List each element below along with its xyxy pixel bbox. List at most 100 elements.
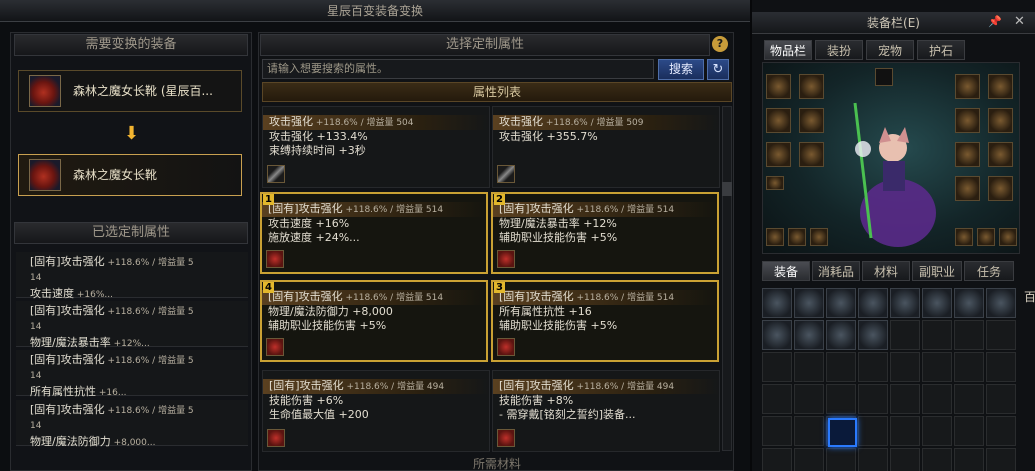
attr-card[interactable]: 攻击强化 +118.6% / 增益量 509 攻击强化 +355.7% (492, 106, 720, 188)
inventory-slot[interactable] (762, 320, 792, 350)
search-input[interactable]: 请输入想要搜索的属性。 (262, 59, 654, 79)
inventory-slot[interactable] (826, 352, 856, 382)
inventory-slot[interactable] (858, 448, 888, 471)
tab-inventory[interactable]: 物品栏 (764, 40, 812, 60)
selected-attr-row[interactable]: [固有]攻击强化 +118.6% / 增益量 5 14 物理/魔法防御力 +8,… (16, 400, 248, 448)
tab-pet[interactable]: 宠物 (866, 40, 914, 60)
inventory-slot[interactable] (858, 416, 888, 446)
equip-slot[interactable] (988, 142, 1013, 167)
inventory-slot[interactable] (826, 320, 856, 350)
selected-attr-row[interactable]: [固有]攻击强化 +118.6% / 增益量 5 14 攻击速度 +16%... (16, 252, 248, 300)
inventory-slot[interactable] (762, 352, 792, 382)
source-item-card[interactable]: 森林之魔女长靴 (星辰百... (18, 70, 242, 112)
title-slot[interactable] (875, 68, 893, 86)
inventory-slot[interactable] (794, 288, 824, 318)
inventory-slot[interactable] (762, 416, 792, 446)
inventory-slot[interactable] (986, 352, 1016, 382)
inventory-slot[interactable] (794, 320, 824, 350)
tab-equipment[interactable]: 装备 (762, 261, 810, 281)
buff-icon[interactable] (955, 228, 973, 246)
equip-slot[interactable] (799, 142, 824, 167)
attr-card-selected[interactable]: 2 [固有]攻击强化 +118.6% / 增益量 514 物理/魔法暴击率 +1… (491, 192, 719, 274)
refresh-icon[interactable]: ↻ (707, 59, 729, 80)
inventory-slot[interactable] (762, 448, 792, 471)
attr-card[interactable]: [固有]攻击强化 +118.6% / 增益量 494 技能伤害 +6% 生命值最… (262, 370, 490, 452)
attr-list-scrollbar[interactable] (722, 106, 732, 451)
inventory-slot[interactable] (890, 384, 920, 414)
close-icon[interactable]: ✕ (1014, 14, 1025, 29)
inventory-slot[interactable] (922, 320, 952, 350)
equip-slot[interactable] (988, 176, 1013, 201)
inventory-slot[interactable] (858, 352, 888, 382)
inventory-slot[interactable] (954, 384, 984, 414)
inventory-slot[interactable] (826, 288, 856, 318)
buff-icon[interactable] (766, 228, 784, 246)
inventory-slot[interactable] (986, 448, 1016, 471)
tab-consumables[interactable]: 消耗品 (812, 261, 860, 281)
buff-icon[interactable] (977, 228, 995, 246)
inventory-slot[interactable] (954, 448, 984, 471)
equip-slot[interactable] (766, 142, 791, 167)
tab-materials[interactable]: 材料 (862, 261, 910, 281)
inventory-slot[interactable] (794, 384, 824, 414)
inventory-slot[interactable] (954, 320, 984, 350)
equip-slot[interactable] (988, 108, 1013, 133)
selected-attr-row[interactable]: [固有]攻击强化 +118.6% / 增益量 5 14 所有属性抗性 +16..… (16, 350, 248, 398)
inventory-slot[interactable] (954, 352, 984, 382)
inventory-slot[interactable] (858, 384, 888, 414)
equip-slot[interactable] (955, 74, 980, 99)
inventory-slot-selected[interactable] (828, 418, 857, 447)
inventory-slot[interactable] (890, 448, 920, 471)
attr-card[interactable]: [固有]攻击强化 +118.6% / 增益量 494 技能伤害 +8% - 需穿… (492, 370, 720, 452)
inventory-slot[interactable] (986, 416, 1016, 446)
equip-slot[interactable] (955, 176, 980, 201)
inventory-slot[interactable] (986, 288, 1016, 318)
tab-avatar[interactable]: 装扮 (815, 40, 863, 60)
inventory-slot[interactable] (986, 384, 1016, 414)
search-button[interactable]: 搜索 (658, 59, 704, 80)
inventory-slot[interactable] (890, 352, 920, 382)
inventory-slot[interactable] (890, 288, 920, 318)
inventory-slot[interactable] (922, 352, 952, 382)
inventory-slot[interactable] (954, 416, 984, 446)
attr-card-selected[interactable]: 1 [固有]攻击强化 +118.6% / 增益量 514 攻击速度 +16% 施… (260, 192, 488, 274)
inventory-slot[interactable] (826, 384, 856, 414)
equip-slot[interactable] (988, 74, 1013, 99)
buff-icon[interactable] (999, 228, 1017, 246)
inventory-slot[interactable] (890, 416, 920, 446)
inventory-slot[interactable] (922, 384, 952, 414)
inventory-slot[interactable] (922, 288, 952, 318)
inventory-slot[interactable] (922, 448, 952, 471)
equip-slot[interactable] (955, 142, 980, 167)
scrollbar-thumb[interactable] (722, 182, 732, 196)
equip-slot[interactable] (766, 74, 791, 99)
inventory-slot[interactable] (986, 320, 1016, 350)
equip-slot[interactable] (766, 108, 791, 133)
equip-slot[interactable] (955, 108, 980, 133)
heart-icon[interactable] (766, 176, 784, 190)
inventory-slot[interactable] (826, 448, 856, 471)
attr-card-selected[interactable]: 4 [固有]攻击强化 +118.6% / 增益量 514 物理/魔法防御力 +8… (260, 280, 488, 362)
buff-icon[interactable] (788, 228, 806, 246)
tab-quest[interactable]: 任务 (964, 261, 1014, 281)
inventory-slot[interactable] (762, 288, 792, 318)
target-item-card[interactable]: 森林之魔女长靴 (18, 154, 242, 196)
selected-attr-row[interactable]: [固有]攻击强化 +118.6% / 增益量 5 14 物理/魔法暴击率 +12… (16, 301, 248, 349)
inventory-slot[interactable] (954, 288, 984, 318)
help-icon[interactable]: ? (712, 36, 728, 52)
attr-card-selected[interactable]: 3 [固有]攻击强化 +118.6% / 增益量 514 所有属性抗性 +16 … (491, 280, 719, 362)
inventory-slot[interactable] (794, 448, 824, 471)
equip-slot[interactable] (799, 108, 824, 133)
tab-subjob[interactable]: 副职业 (912, 261, 962, 281)
buff-icon[interactable] (810, 228, 828, 246)
pin-icon[interactable]: 📌 (988, 15, 1002, 28)
inventory-slot[interactable] (762, 384, 792, 414)
attr-card[interactable]: 攻击强化 +118.6% / 增益量 504 攻击强化 +133.4% 束缚持续… (262, 106, 490, 188)
inventory-slot[interactable] (858, 288, 888, 318)
inventory-slot[interactable] (890, 320, 920, 350)
equip-slot[interactable] (799, 74, 824, 99)
tab-talisman[interactable]: 护石 (917, 40, 965, 60)
inventory-slot[interactable] (794, 416, 824, 446)
inventory-slot[interactable] (858, 320, 888, 350)
inventory-slot[interactable] (922, 416, 952, 446)
